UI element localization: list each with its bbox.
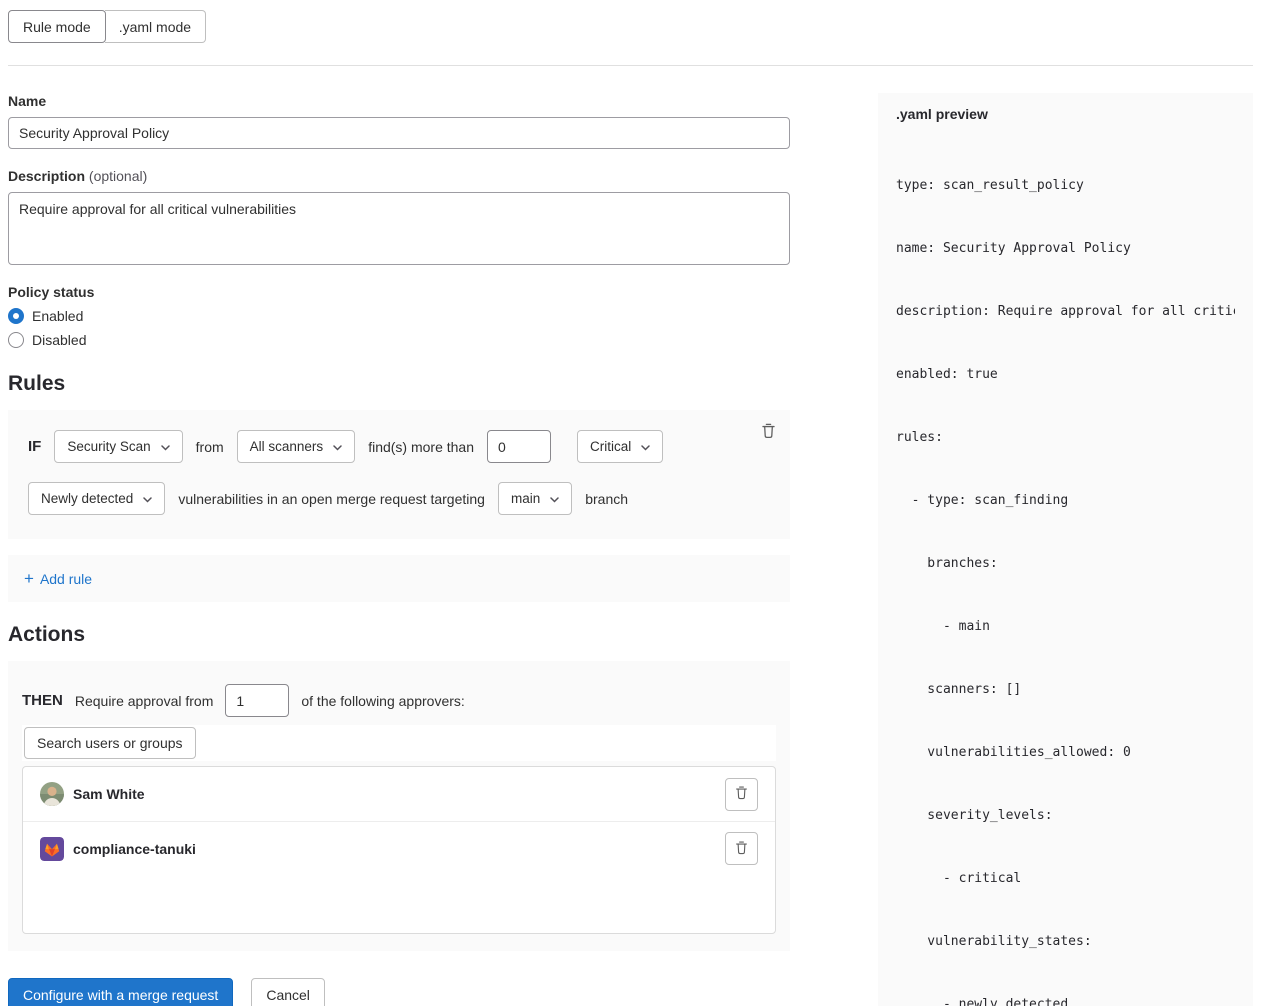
yaml-line: description: Require approval for all cr… (896, 301, 1235, 322)
name-label: Name (8, 93, 790, 109)
following-approvers-label: of the following approvers: (301, 693, 464, 709)
scan-type-value: Security Scan (67, 439, 150, 454)
approvals-required-input[interactable] (225, 684, 289, 717)
plus-icon: + (24, 570, 34, 587)
action-card: THEN Require approval from of the follow… (8, 661, 790, 951)
require-approval-label: Require approval from (75, 693, 214, 709)
rule-condition-row-1: IF Security Scan from All scanners find(… (28, 430, 774, 463)
scanners-value: All scanners (250, 439, 324, 454)
chevron-down-icon (161, 439, 170, 454)
trash-icon (734, 785, 749, 803)
search-users-groups-button[interactable]: Search users or groups (24, 727, 196, 759)
branch-dropdown[interactable]: main (498, 482, 572, 515)
approvers-list: Sam White (22, 766, 776, 934)
user-avatar (40, 782, 64, 806)
add-rule-strip: + Add rule (8, 555, 790, 602)
rule-card: IF Security Scan from All scanners find(… (8, 410, 790, 539)
yaml-line: branches: (896, 553, 1235, 574)
branch-suffix-label: branch (585, 491, 628, 507)
description-label-text: Description (8, 168, 85, 184)
vulnerability-state-dropdown[interactable]: Newly detected (28, 482, 165, 515)
rule-condition-row-2: Newly detected vulnerabilities in an ope… (28, 482, 774, 515)
yaml-preview-title: .yaml preview (896, 106, 1235, 122)
yaml-line: - critical (896, 868, 1235, 889)
yaml-line: - newly_detected (896, 994, 1235, 1006)
trash-icon (734, 840, 749, 858)
severity-dropdown[interactable]: Critical (577, 430, 663, 463)
add-rule-label: Add rule (40, 571, 92, 587)
header-divider (8, 65, 1253, 66)
chevron-down-icon (333, 439, 342, 454)
approver-row: Sam White (23, 767, 775, 821)
yaml-line: vulnerability_states: (896, 931, 1235, 952)
group-avatar (40, 837, 64, 861)
branch-value: main (511, 491, 540, 506)
remove-approver-button[interactable] (725, 832, 758, 865)
yaml-line: name: Security Approval Policy (896, 238, 1235, 259)
if-label: IF (28, 438, 41, 455)
disabled-radio[interactable] (8, 332, 24, 348)
yaml-line: - main (896, 616, 1235, 637)
severity-value: Critical (590, 439, 631, 454)
tab-rule-mode[interactable]: Rule mode (8, 10, 106, 43)
disabled-radio-label: Disabled (32, 332, 86, 348)
from-label: from (196, 439, 224, 455)
then-row: THEN Require approval from of the follow… (22, 684, 776, 717)
description-optional-hint: (optional) (89, 168, 147, 184)
approver-name: compliance-tanuki (73, 841, 196, 857)
mode-tab-group: Rule mode .yaml mode (8, 10, 206, 43)
scanners-dropdown[interactable]: All scanners (237, 430, 356, 463)
configure-merge-request-button[interactable]: Configure with a merge request (8, 978, 233, 1006)
vulnerabilities-allowed-input[interactable] (487, 430, 551, 463)
approver-row: compliance-tanuki (23, 821, 775, 875)
rules-heading: Rules (8, 372, 790, 396)
remove-approver-button[interactable] (725, 778, 758, 811)
yaml-line: scanners: [] (896, 679, 1235, 700)
actions-heading: Actions (8, 623, 790, 647)
chevron-down-icon (143, 491, 152, 506)
trash-icon (760, 422, 777, 442)
chevron-down-icon (550, 491, 559, 506)
yaml-line: enabled: true (896, 364, 1235, 385)
enabled-radio-label: Enabled (32, 308, 83, 324)
policy-status-label: Policy status (8, 284, 790, 300)
yaml-code-block: type: scan_result_policy name: Security … (896, 133, 1235, 1006)
tab-yaml-mode[interactable]: .yaml mode (105, 10, 206, 43)
description-label: Description (optional) (8, 168, 790, 184)
yaml-preview-panel: .yaml preview type: scan_result_policy n… (878, 93, 1253, 1006)
scan-type-dropdown[interactable]: Security Scan (54, 430, 182, 463)
yaml-line: vulnerabilities_allowed: 0 (896, 742, 1235, 763)
approver-name: Sam White (73, 786, 145, 802)
yaml-line: - type: scan_finding (896, 490, 1235, 511)
approver-search-row: Search users or groups (22, 725, 776, 761)
enabled-radio[interactable] (8, 308, 24, 324)
finds-more-than-label: find(s) more than (368, 439, 474, 455)
policy-form-column: Name Description (optional) Require appr… (8, 93, 790, 1006)
then-label: THEN (22, 692, 63, 709)
vulnerability-state-value: Newly detected (41, 491, 133, 506)
cancel-button[interactable]: Cancel (251, 978, 325, 1006)
form-footer: Configure with a merge request Cancel (8, 978, 790, 1006)
yaml-line: type: scan_result_policy (896, 175, 1235, 196)
description-textarea[interactable]: Require approval for all critical vulner… (8, 192, 790, 265)
status-option-enabled: Enabled (8, 308, 790, 324)
targeting-label: vulnerabilities in an open merge request… (178, 491, 485, 507)
status-option-disabled: Disabled (8, 332, 790, 348)
name-input[interactable] (8, 117, 790, 149)
add-rule-button[interactable]: + Add rule (24, 570, 92, 587)
delete-rule-button[interactable] (754, 418, 782, 446)
chevron-down-icon (641, 439, 650, 454)
yaml-line: severity_levels: (896, 805, 1235, 826)
yaml-line: rules: (896, 427, 1235, 448)
policy-editor-page: Rule mode .yaml mode Name Description (o… (0, 0, 1264, 1006)
